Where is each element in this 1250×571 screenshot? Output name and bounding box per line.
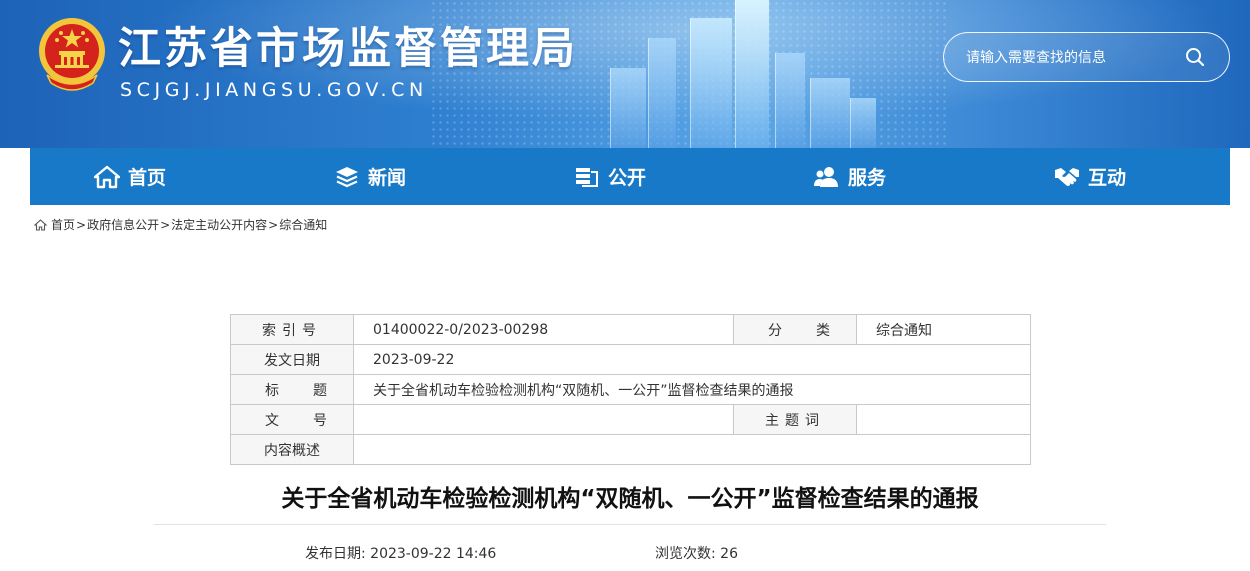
- header-building: [810, 78, 850, 148]
- table-row: 标题 关于全省机动车检验检测机构“双随机、一公开”监督检查结果的通报: [230, 374, 1031, 405]
- main-nav: 首页 新闻 公开 服务 互动: [30, 148, 1230, 205]
- summary-label: 内容概述: [230, 434, 354, 465]
- nav-item-open[interactable]: 公开: [574, 148, 646, 205]
- category-value: 综合通知: [856, 314, 1031, 345]
- main-content: 首页 > 政府信息公开 > 法定主动公开内容 > 综合通知 索引号 014000…: [30, 205, 1230, 571]
- title-label: 标题: [230, 374, 354, 405]
- breadcrumb-link-statutory[interactable]: 法定主动公开内容: [171, 216, 267, 233]
- search-box: [943, 32, 1230, 82]
- index-value: 01400022-0/2023-00298: [353, 314, 734, 345]
- search-icon[interactable]: [1184, 46, 1206, 68]
- summary-value: [353, 434, 1031, 465]
- breadcrumb-separator: >: [268, 217, 279, 232]
- index-label: 索引号: [230, 314, 354, 345]
- breadcrumb-link-gov-info[interactable]: 政府信息公开: [87, 216, 159, 233]
- header-building: [735, 0, 769, 148]
- date-label: 发文日期: [230, 344, 354, 375]
- docnum-value: [353, 404, 734, 435]
- breadcrumb-separator: >: [160, 217, 171, 232]
- header-building: [850, 98, 876, 148]
- title-divider: [154, 524, 1106, 525]
- site-url: SCJGJ.JIANGSU.GOV.CN: [120, 79, 428, 101]
- view-count-label: 浏览次数:: [655, 546, 716, 562]
- site-title: 江苏省市场监督管理局: [118, 24, 578, 74]
- handshake-icon: [1055, 167, 1079, 186]
- header-building: [775, 53, 805, 148]
- header-building: [610, 68, 646, 148]
- breadcrumb-link-home[interactable]: 首页: [51, 216, 75, 233]
- subject-label: 主题词: [733, 404, 857, 435]
- nav-item-label: 公开: [608, 167, 647, 189]
- subject-value: [856, 404, 1031, 435]
- users-icon: [814, 166, 838, 187]
- home-icon: [94, 165, 120, 188]
- nav-item-label: 互动: [1088, 167, 1127, 189]
- publish-date: 发布日期: 2023-09-22 14:46: [305, 543, 496, 563]
- table-row: 发文日期 2023-09-22: [230, 344, 1031, 375]
- publish-date-value: 2023-09-22 14:46: [370, 546, 497, 562]
- national-emblem-icon[interactable]: [37, 15, 107, 93]
- publish-date-label: 发布日期:: [305, 546, 366, 562]
- layers-icon: [336, 166, 358, 187]
- header-building: [648, 38, 676, 148]
- nav-item-home[interactable]: 首页: [94, 148, 166, 205]
- table-row: 索引号 01400022-0/2023-00298 分类 综合通知: [230, 314, 1031, 345]
- article-title: 关于全省机动车检验检测机构“双随机、一公开”监督检查结果的通报: [281, 486, 979, 512]
- search-input[interactable]: [966, 46, 1176, 70]
- nav-item-label: 首页: [128, 167, 167, 189]
- view-count: 浏览次数: 26: [655, 543, 738, 563]
- docnum-label: 文号: [230, 404, 354, 435]
- nav-item-interact[interactable]: 互动: [1054, 148, 1126, 205]
- table-row: 内容概述: [230, 434, 1031, 465]
- view-count-value: 26: [720, 546, 738, 562]
- header-building: [690, 18, 732, 148]
- nav-item-label: 服务: [848, 167, 887, 189]
- document-meta-table: 索引号 01400022-0/2023-00298 分类 综合通知 发文日期 2…: [230, 314, 1031, 465]
- nav-item-service[interactable]: 服务: [814, 148, 886, 205]
- nav-item-label: 新闻: [368, 167, 407, 189]
- documents-icon: [576, 167, 598, 187]
- breadcrumb-separator: >: [76, 217, 87, 232]
- nav-item-news[interactable]: 新闻: [334, 148, 406, 205]
- title-value: 关于全省机动车检验检测机构“双随机、一公开”监督检查结果的通报: [353, 374, 1031, 405]
- table-row: 文号 主题词: [230, 404, 1031, 435]
- site-header: 江苏省市场监督管理局 SCJGJ.JIANGSU.GOV.CN: [0, 0, 1250, 148]
- breadcrumb: 首页 > 政府信息公开 > 法定主动公开内容 > 综合通知: [34, 216, 327, 233]
- category-label: 分类: [733, 314, 857, 345]
- breadcrumb-home-icon: [34, 218, 47, 231]
- date-value: 2023-09-22: [353, 344, 1031, 375]
- breadcrumb-link-general-notice[interactable]: 综合通知: [279, 216, 327, 233]
